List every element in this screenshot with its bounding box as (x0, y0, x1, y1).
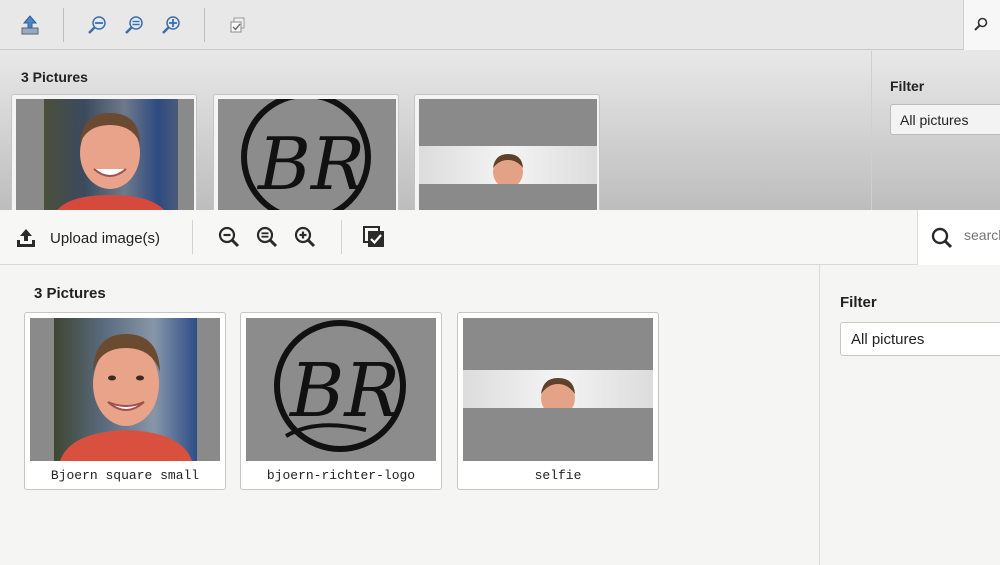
new-design: Upload image(s) search 3 Pictures Bjoern… (0, 210, 1000, 565)
old-picture-tile[interactable] (414, 94, 600, 210)
picture-tile[interactable]: BR bjoern-richter-logo (240, 312, 442, 490)
select-all-icon[interactable] (226, 13, 250, 37)
upload-icon[interactable] (18, 13, 42, 37)
toolbar-separator (341, 220, 342, 254)
portrait-thumbnail (16, 99, 194, 210)
search-area (917, 210, 1000, 265)
picture-name: bjoern-richter-logo (266, 468, 416, 483)
toolbar-separator (204, 8, 205, 42)
old-filter-label: Filter (890, 78, 925, 94)
zoom-in-icon[interactable] (293, 225, 317, 249)
logo-thumbnail: BR (218, 99, 396, 210)
upload-button[interactable]: Upload image(s) (16, 226, 160, 250)
toolbar-separator (63, 8, 64, 42)
old-search-box[interactable] (963, 0, 1000, 50)
search-icon (931, 227, 953, 249)
picture-count: 3 Pictures (34, 285, 106, 302)
upload-button-label: Upload image(s) (50, 229, 161, 247)
svg-text:BR: BR (256, 122, 365, 206)
picture-name: selfie (534, 468, 582, 483)
portrait-thumbnail (30, 318, 220, 461)
selfie-thumbnail (419, 99, 597, 210)
selfie-thumbnail (463, 318, 653, 461)
search-icon (974, 17, 988, 31)
filter-label: Filter (840, 294, 877, 311)
picture-tile[interactable]: selfie (457, 312, 659, 490)
zoom-in-icon[interactable] (160, 13, 184, 37)
old-filter-select[interactable]: All pictures (890, 104, 1000, 135)
old-picture-tile[interactable] (11, 94, 197, 210)
select-all-icon[interactable] (362, 225, 386, 249)
filter-select[interactable]: All pictures (840, 322, 1000, 356)
zoom-out-icon[interactable] (217, 225, 241, 249)
toolbar-separator (192, 220, 193, 254)
br-logo-icon: BR (274, 320, 406, 452)
new-toolbar: Upload image(s) (0, 210, 1000, 265)
search-input[interactable] (964, 227, 1000, 243)
zoom-out-icon[interactable] (86, 13, 110, 37)
old-toolbar (0, 0, 1000, 50)
picture-tile[interactable]: Bjoern square small (24, 312, 226, 490)
zoom-reset-icon[interactable] (123, 13, 147, 37)
picture-name: Bjoern square small (50, 468, 200, 483)
old-design-preview: 3 Pictures BR Filter All pictures (0, 0, 1000, 210)
old-picture-count: 3 Pictures (21, 69, 88, 85)
zoom-reset-icon[interactable] (255, 225, 279, 249)
old-picture-tile[interactable]: BR (213, 94, 399, 210)
logo-thumbnail: BR (246, 318, 436, 461)
upload-icon (17, 229, 35, 247)
svg-text:BR: BR (288, 348, 400, 434)
